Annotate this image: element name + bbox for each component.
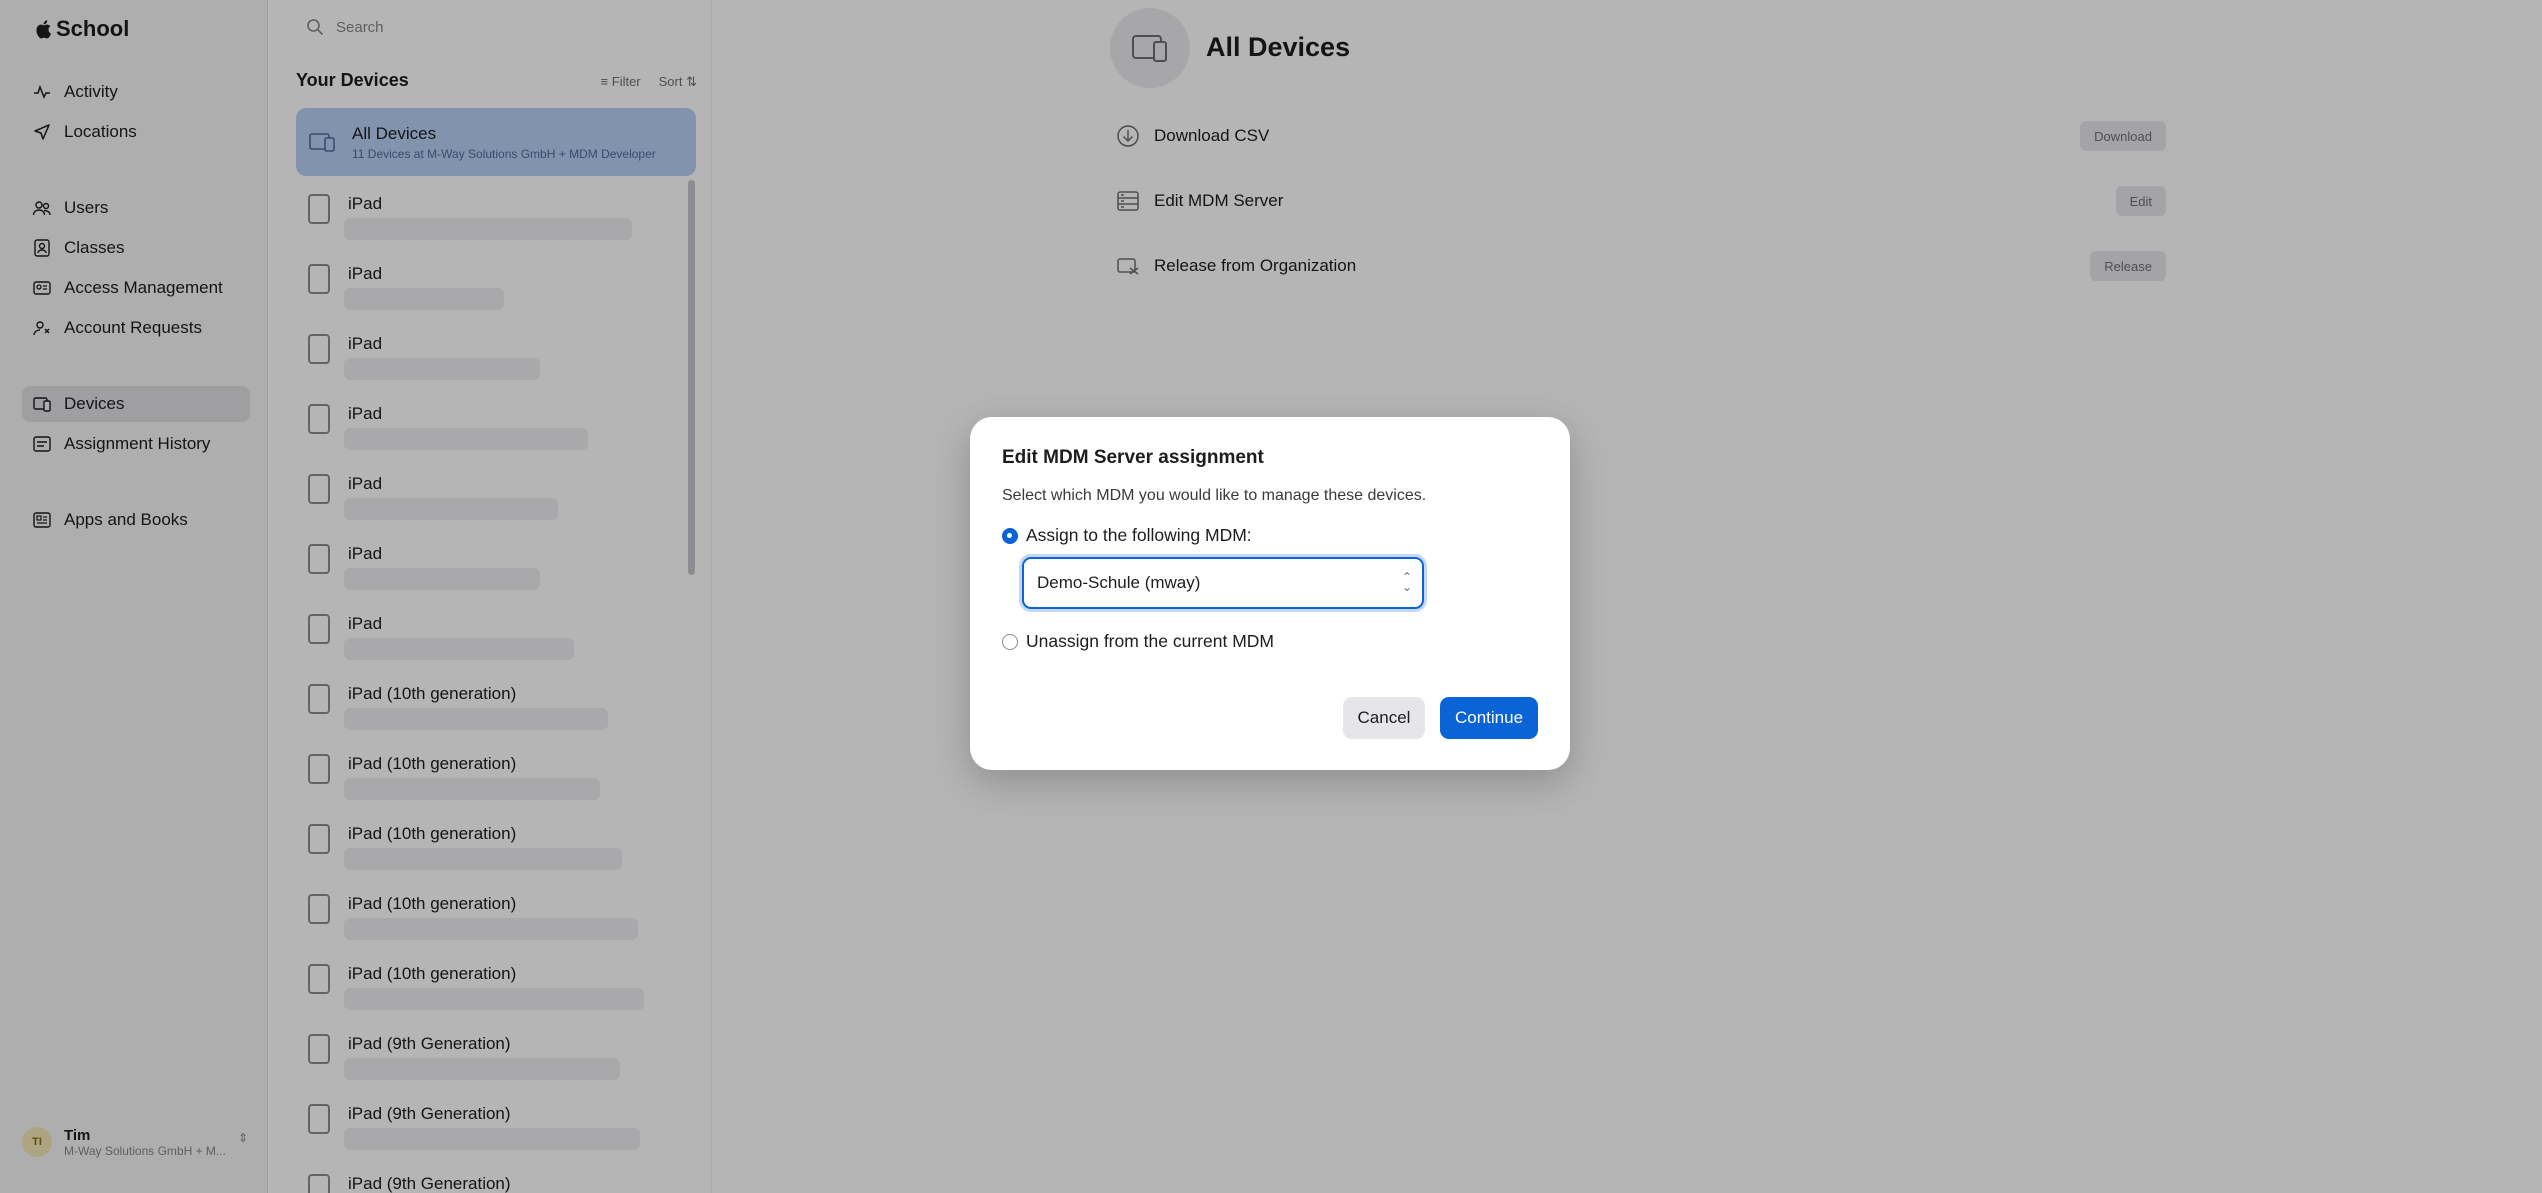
continue-button[interactable]: Continue xyxy=(1440,697,1538,739)
dialog-title: Edit MDM Server assignment xyxy=(1002,447,1264,468)
radio-unchecked-icon[interactable] xyxy=(1002,633,1018,650)
unassign-mdm-label: Unassign from the current MDM xyxy=(1026,631,1274,651)
edit-mdm-dialog: Edit MDM Server assignment Select which … xyxy=(970,417,1570,770)
chevron-up-down-icon: ⌃ ⌄ xyxy=(1401,570,1412,594)
mdm-select[interactable]: Demo-Schule (mway) ⌃ ⌄ xyxy=(1022,557,1424,609)
assign-mdm-label: Assign to the following MDM: xyxy=(1026,525,1252,545)
cancel-button[interactable]: Cancel xyxy=(1343,697,1425,739)
assign-mdm-option[interactable]: Assign to the following MDM: xyxy=(1002,525,1252,546)
radio-checked-icon[interactable] xyxy=(1002,527,1018,544)
mdm-select-value: Demo-Schule (mway) xyxy=(1037,573,1201,592)
dialog-description: Select which MDM you would like to manag… xyxy=(1002,487,1427,504)
unassign-mdm-option[interactable]: Unassign from the current MDM xyxy=(1002,631,1274,652)
